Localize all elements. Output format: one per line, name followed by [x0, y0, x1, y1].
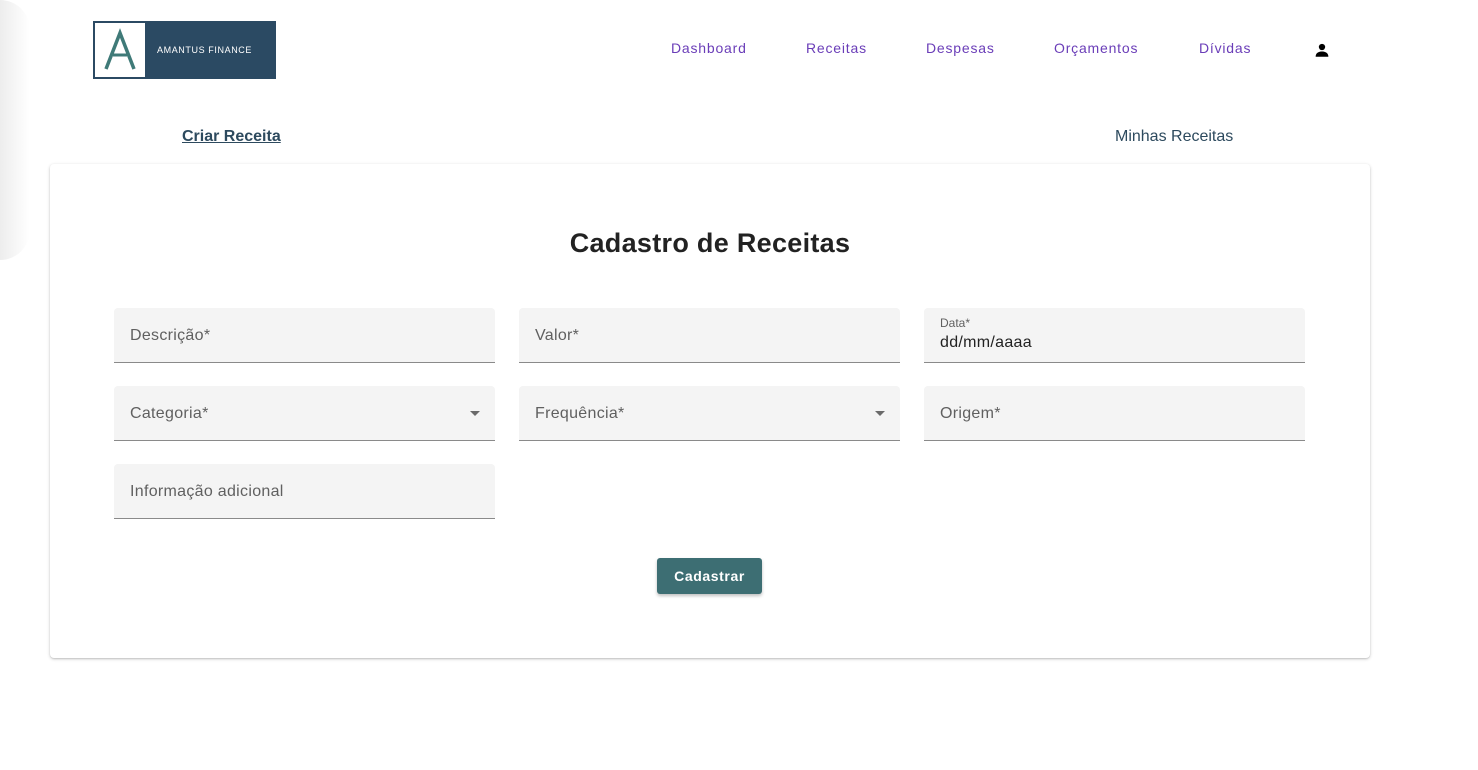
tab-criar-receita[interactable]: Criar Receita [182, 128, 281, 146]
cadastrar-button[interactable]: Cadastrar [657, 558, 762, 594]
form-title: Cadastro de Receitas [569, 228, 851, 258]
side-drawer-edge [0, 0, 30, 260]
origem-label: Origem* [940, 405, 1001, 422]
categoria-label: Categoria* [130, 405, 209, 422]
info-adicional-label: Informação adicional [130, 483, 284, 500]
nav-orcamentos[interactable]: Orçamentos [1054, 40, 1138, 56]
data-label: Data* [940, 316, 971, 330]
nav-dividas[interactable]: Dívidas [1199, 40, 1251, 56]
data-field[interactable]: Data* dd/mm/aaaa [924, 308, 1305, 363]
form-card: Cadastro de Receitas Descrição* Valor* D… [50, 164, 1370, 658]
valor-label: Valor* [535, 327, 580, 344]
data-value: dd/mm/aaaa [940, 334, 1032, 351]
chevron-down-icon [470, 411, 480, 416]
info-adicional-field[interactable]: Informação adicional [114, 464, 495, 519]
valor-field[interactable]: Valor* [519, 308, 900, 363]
categoria-select[interactable]: Categoria* [114, 386, 495, 441]
user-icon[interactable] [1313, 41, 1331, 59]
brand-name: AMANTUS FINANCE [157, 45, 253, 55]
nav-receitas[interactable]: Receitas [806, 40, 867, 56]
descricao-label: Descrição* [130, 327, 211, 344]
chevron-down-icon [875, 411, 885, 416]
origem-field[interactable]: Origem* [924, 386, 1305, 441]
tab-minhas-receitas[interactable]: Minhas Receitas [1115, 128, 1233, 146]
frequencia-label: Frequência* [535, 405, 625, 422]
descricao-field[interactable]: Descrição* [114, 308, 495, 363]
brand-logo[interactable]: AMANTUS FINANCE [93, 21, 276, 79]
logo-mark [95, 23, 145, 77]
logo-a-icon [97, 25, 143, 75]
nav-despesas[interactable]: Despesas [926, 40, 995, 56]
frequencia-select[interactable]: Frequência* [519, 386, 900, 441]
nav-dashboard[interactable]: Dashboard [671, 40, 747, 56]
